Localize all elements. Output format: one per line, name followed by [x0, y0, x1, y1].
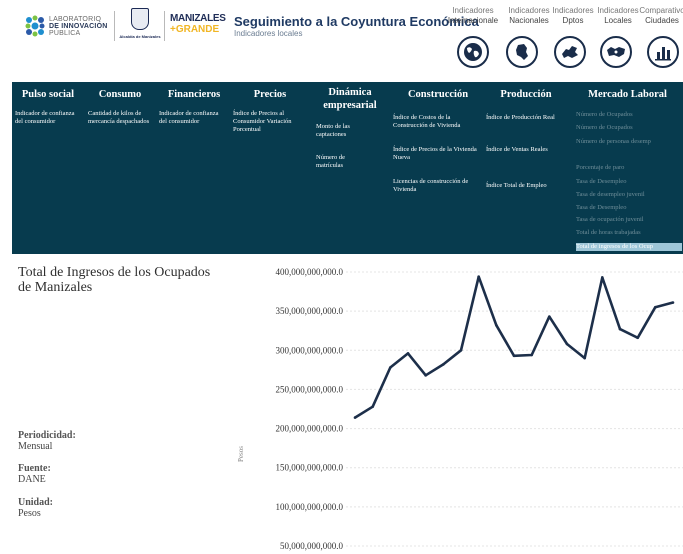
- line-chart: 400,000,000,000.0 350,000,000,000.0 300,00…: [276, 267, 683, 551]
- data-point[interactable]: [477, 275, 480, 278]
- data-point[interactable]: [442, 363, 445, 366]
- data-point[interactable]: [424, 374, 427, 377]
- data-point[interactable]: [495, 323, 498, 327]
- data-point[interactable]: [671, 301, 675, 304]
- data-point[interactable]: [601, 276, 604, 279]
- data-point[interactable]: [636, 336, 639, 340]
- data-point[interactable]: [512, 354, 516, 358]
- data-point[interactable]: [565, 342, 569, 346]
- data-point[interactable]: [406, 352, 410, 355]
- y-tick-label: 250,000,000,000.0: [276, 384, 344, 394]
- y-tick-label: 50,000,000,000.0: [280, 541, 344, 551]
- data-point[interactable]: [530, 353, 533, 357]
- data-point[interactable]: [618, 327, 622, 331]
- y-tick-label: 150,000,000,000.0: [276, 463, 344, 473]
- data-point[interactable]: [654, 305, 657, 309]
- y-tick-label: 350,000,000,000.0: [276, 306, 344, 316]
- data-point[interactable]: [353, 416, 357, 419]
- series-line: [354, 275, 674, 419]
- data-point[interactable]: [371, 405, 374, 408]
- y-tick-label: 300,000,000,000.0: [276, 345, 344, 355]
- y-tick-label: 100,000,000,000.0: [276, 502, 344, 512]
- data-point[interactable]: [548, 315, 551, 318]
- data-point[interactable]: [459, 348, 463, 352]
- data-point[interactable]: [583, 356, 586, 360]
- y-tick-label: 200,000,000,000.0: [276, 424, 344, 434]
- y-tick-label: 400,000,000,000.0: [276, 267, 344, 277]
- data-point[interactable]: [389, 366, 392, 369]
